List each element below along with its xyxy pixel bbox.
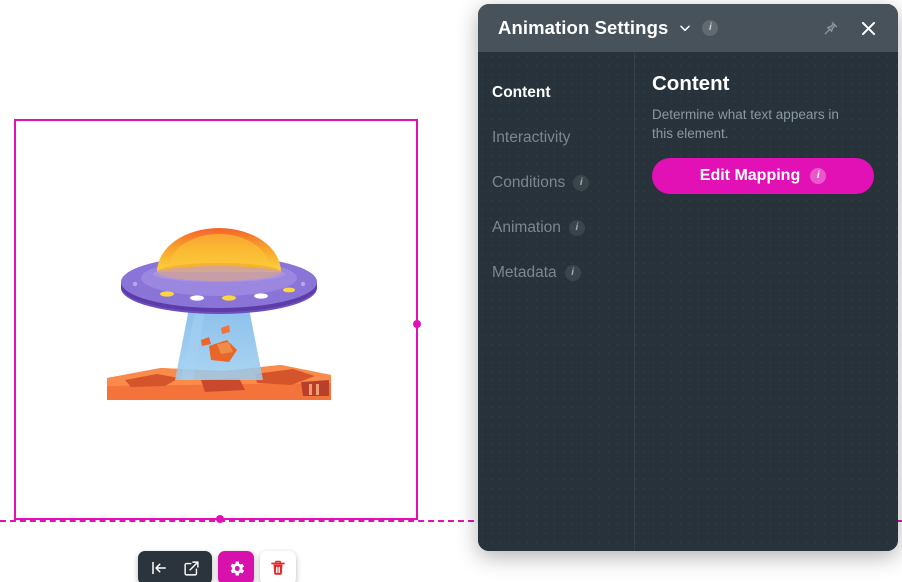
panel-body: Content Interactivity Conditions i Anima…: [478, 52, 898, 551]
settings-gear-button[interactable]: [218, 551, 254, 582]
metadata-info-icon[interactable]: i: [565, 265, 581, 281]
align-left-button[interactable]: [143, 552, 175, 582]
nav-item-content[interactable]: Content: [492, 70, 634, 115]
trash-icon: [269, 559, 287, 577]
nav-item-conditions[interactable]: Conditions i: [492, 160, 634, 205]
open-external-icon: [183, 560, 200, 577]
delete-button[interactable]: [260, 551, 296, 582]
chevron-down-icon[interactable]: [678, 21, 692, 35]
edit-mapping-label: Edit Mapping: [700, 167, 800, 185]
animation-settings-panel[interactable]: Animation Settings i: [478, 4, 898, 551]
close-panel-button[interactable]: [854, 14, 882, 42]
panel-title: Animation Settings: [498, 17, 668, 39]
nav-item-label: Interactivity: [492, 129, 570, 147]
panel-content: Content Determine what text appears in t…: [635, 52, 898, 551]
nav-item-label: Conditions: [492, 174, 565, 192]
nav-item-label: Content: [492, 84, 551, 102]
pin-panel-button[interactable]: [816, 14, 844, 42]
animation-info-icon[interactable]: i: [569, 220, 585, 236]
align-left-icon: [150, 559, 168, 577]
element-toolbar[interactable]: [138, 548, 296, 582]
element-selection-box[interactable]: [14, 119, 418, 520]
edit-mapping-info-icon[interactable]: i: [810, 168, 826, 184]
pin-icon: [822, 20, 839, 37]
gear-icon: [227, 559, 246, 578]
open-external-button[interactable]: [175, 552, 207, 582]
close-icon: [859, 19, 878, 38]
nav-item-label: Metadata: [492, 264, 557, 282]
panel-header: Animation Settings i: [478, 4, 898, 52]
content-section-description: Determine what text appears in this elem…: [652, 105, 857, 143]
app-root: Animation Settings i: [0, 0, 902, 582]
panel-title-info-icon[interactable]: i: [702, 20, 718, 36]
conditions-info-icon[interactable]: i: [573, 175, 589, 191]
content-section-title: Content: [652, 72, 874, 96]
nav-item-label: Animation: [492, 219, 561, 237]
edit-mapping-button[interactable]: Edit Mapping i: [652, 158, 874, 194]
panel-nav: Content Interactivity Conditions i Anima…: [478, 52, 635, 551]
resize-handle-right[interactable]: [413, 320, 421, 328]
nav-item-metadata[interactable]: Metadata i: [492, 250, 634, 295]
toolbar-group-actions: [138, 551, 212, 582]
nav-item-interactivity[interactable]: Interactivity: [492, 115, 634, 160]
nav-item-animation[interactable]: Animation i: [492, 205, 634, 250]
